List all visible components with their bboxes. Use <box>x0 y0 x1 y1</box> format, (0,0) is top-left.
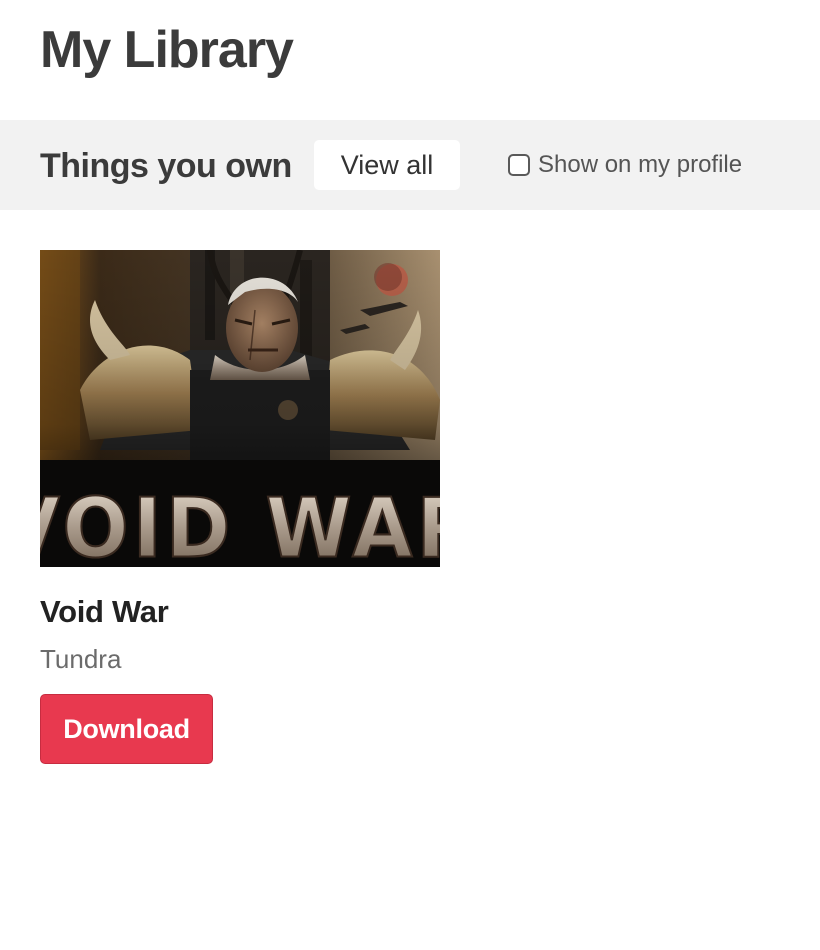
page-title: My Library <box>40 21 294 79</box>
download-button[interactable]: Download <box>40 694 213 764</box>
view-all-button[interactable]: View all <box>314 140 460 190</box>
show-on-profile-label: Show on my profile <box>538 151 743 178</box>
show-on-profile-checkbox[interactable] <box>508 154 530 176</box>
game-card: VOID WAR Void War Tundra Download <box>40 250 440 764</box>
game-cover-image[interactable]: VOID WAR <box>40 250 440 567</box>
owned-section-header: Things you own View all Show on my profi… <box>0 120 820 210</box>
game-title[interactable]: Void War <box>40 592 169 632</box>
section-title: Things you own <box>40 147 292 185</box>
game-publisher: Tundra <box>40 644 122 674</box>
show-on-profile-toggle[interactable]: Show on my profile <box>508 148 742 182</box>
cover-logo: VOID WAR <box>40 481 440 567</box>
